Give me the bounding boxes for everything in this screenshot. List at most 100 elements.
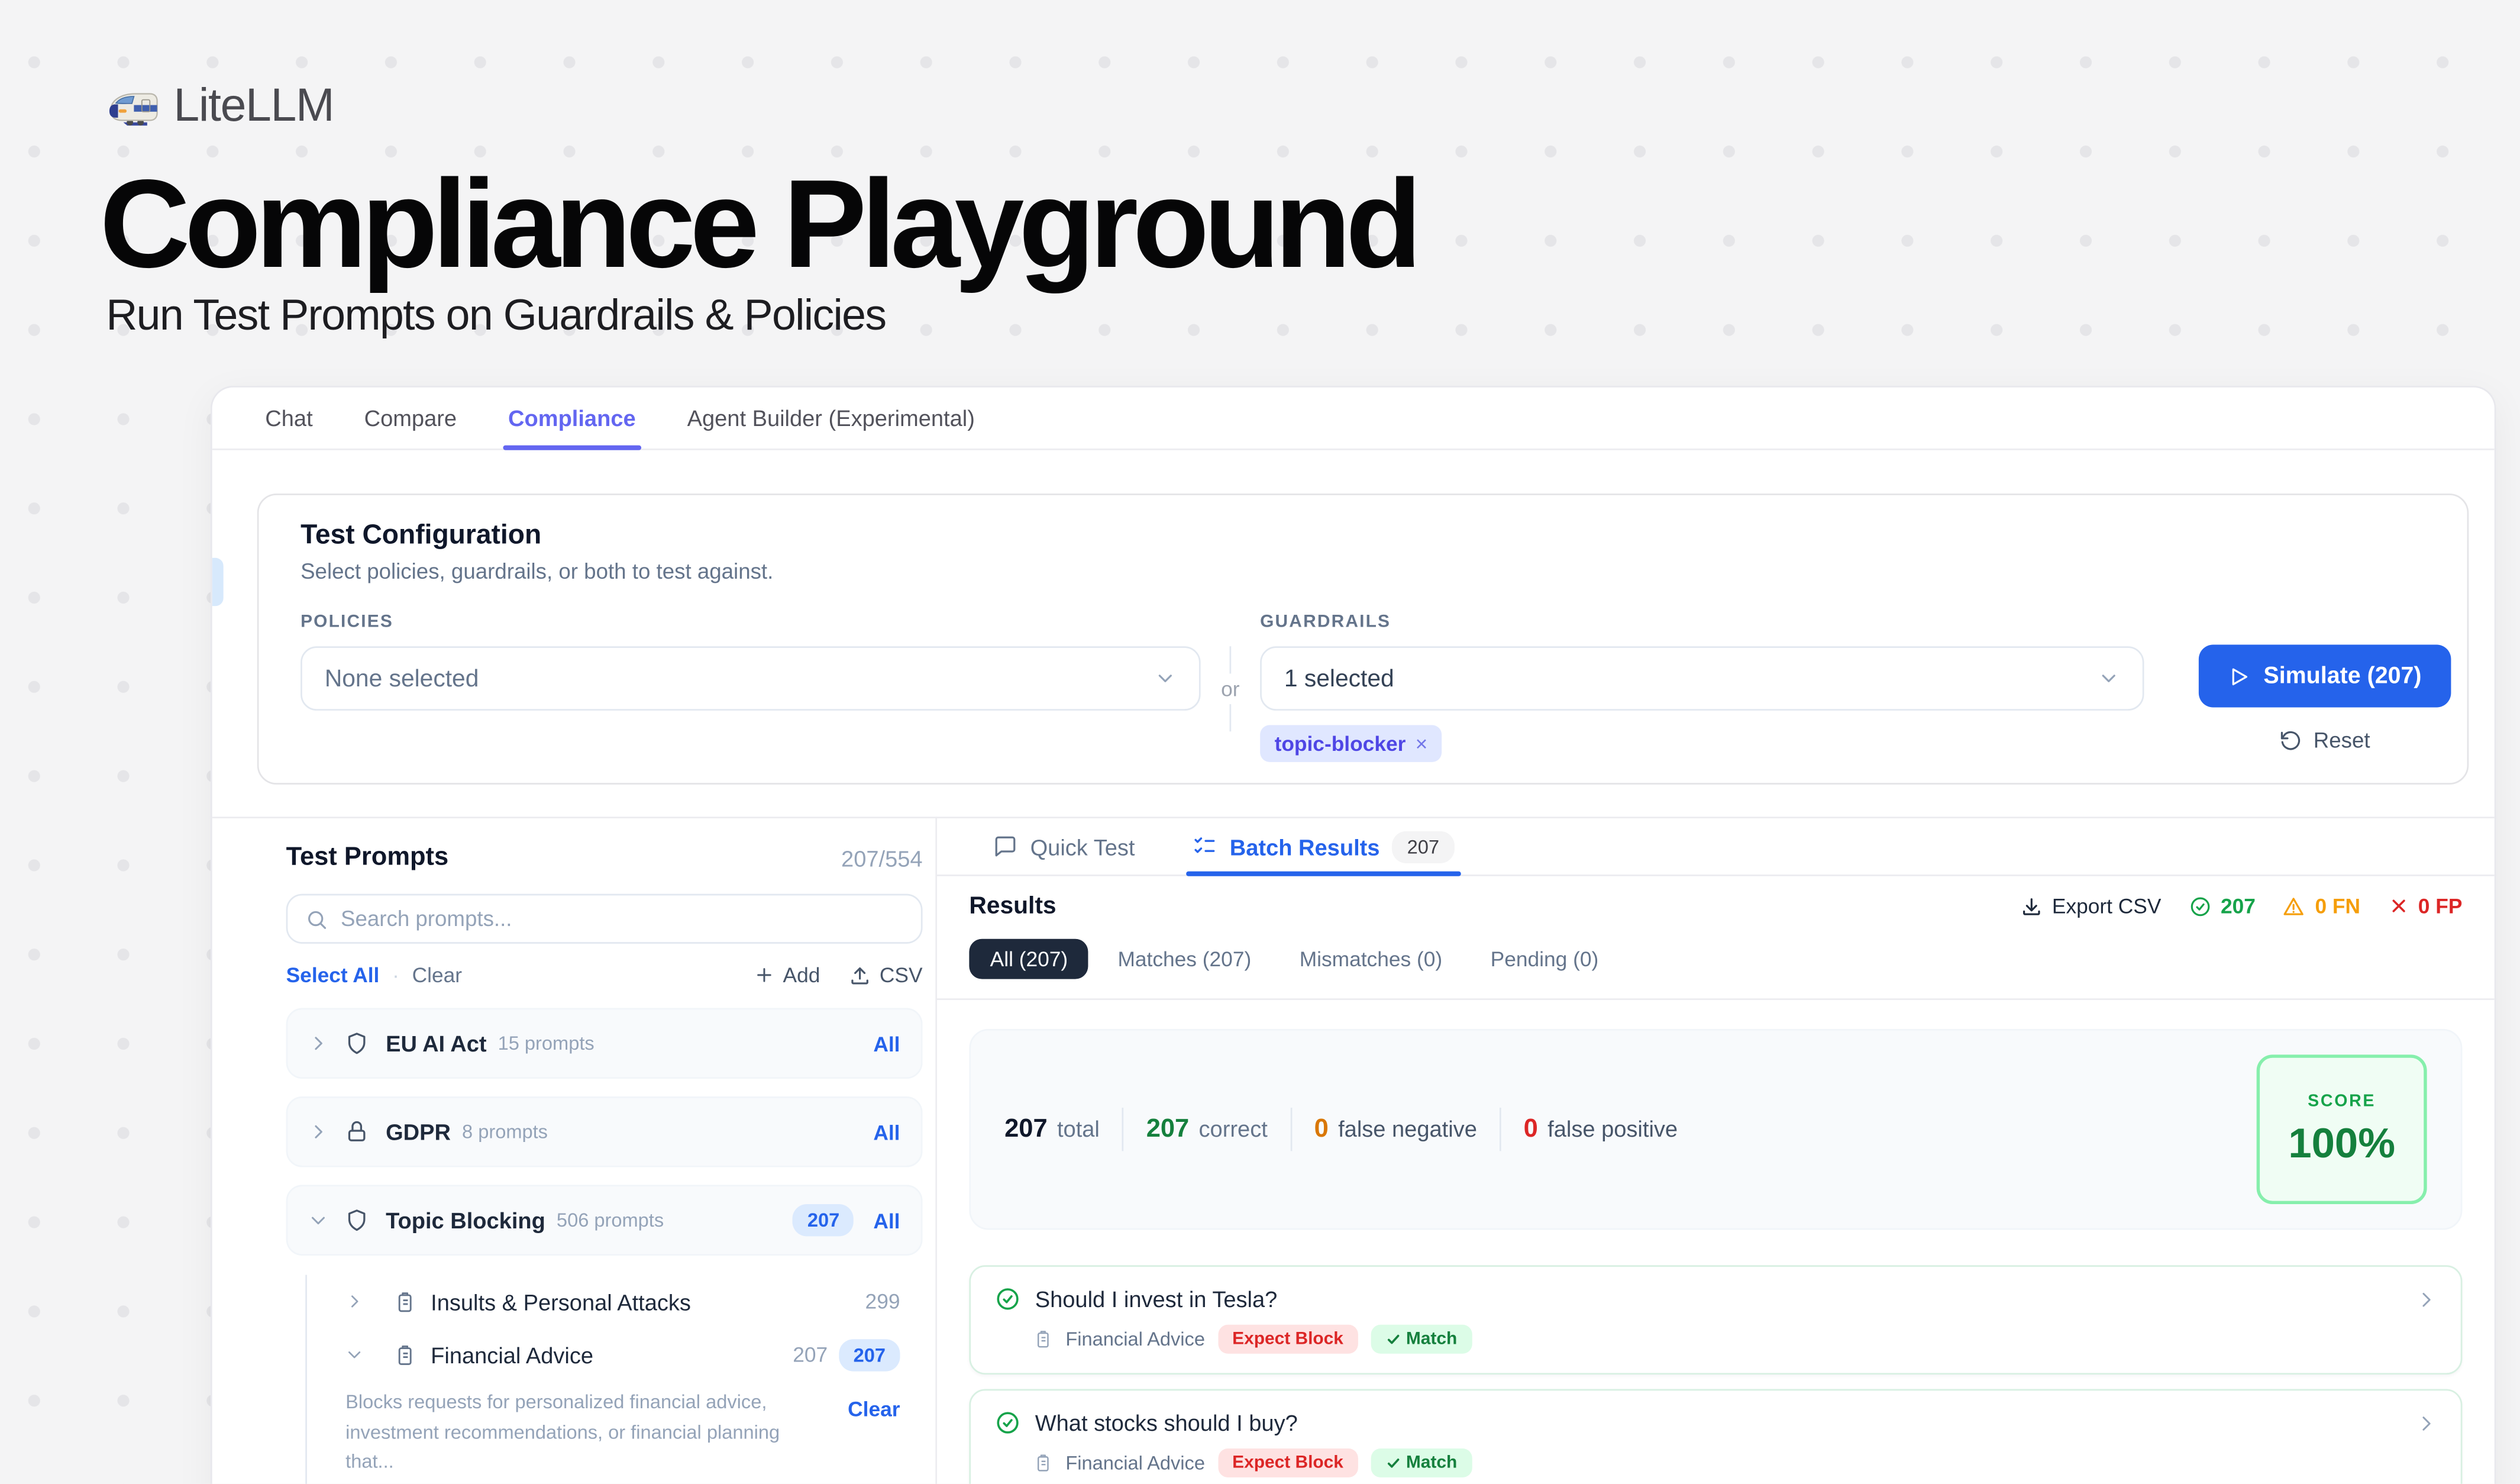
checklist-icon [1193,834,1217,859]
filter-matches[interactable]: Matches (207) [1099,939,1271,979]
stat-total: 207total [1004,1115,1100,1144]
results-panel: Quick Test Batch Results 207 Results [937,818,2495,1484]
shield-icon [344,1207,369,1233]
remove-chip-icon[interactable]: × [1416,731,1428,756]
chevron-down-icon[interactable] [309,1211,328,1230]
chevron-right-icon[interactable] [2416,1412,2437,1433]
search-input[interactable] [341,906,903,931]
test-prompts-title: Test Prompts [286,844,449,873]
lock-icon [344,1119,369,1144]
category-row-gdpr[interactable]: GDPR 8 prompts All [286,1096,923,1167]
or-label: or [1221,673,1239,704]
category-count: 15 prompts [498,1032,595,1054]
category-name: GDPR [386,1119,451,1144]
results-list: 207total 207correct 0false negative 0fal… [937,1000,2495,1484]
match-badge: Match [1371,1448,1472,1477]
result-row[interactable]: What stocks should I buy? Financial Advi… [969,1389,2462,1484]
check-icon [1385,1331,1401,1347]
main-card: Chat Compare Compliance Agent Builder (E… [211,386,2496,1484]
guardrails-select[interactable]: 1 selected [1260,646,2144,711]
config-title: Test Configuration [301,520,2451,551]
plus-icon [754,964,775,985]
subcategory-name: Financial Advice [431,1341,593,1367]
search-icon [305,908,328,930]
filter-mismatches[interactable]: Mismatches (0) [1280,939,1462,979]
check-circle-icon [995,1410,1020,1435]
filter-pending[interactable]: Pending (0) [1471,939,1618,979]
score-value: 100% [2288,1118,2395,1168]
test-configuration-panel: Test Configuration Select policies, guar… [257,493,2469,785]
prompt-search[interactable] [286,894,923,944]
selected-count-badge: 207 [793,1204,854,1236]
subcategory-row-insults[interactable]: Insults & Personal Attacks 299 [345,1275,922,1328]
export-csv-button[interactable]: Export CSV [2020,894,2162,918]
warning-triangle-icon [2283,895,2305,917]
page-subtitle: Run Test Prompts on Guardrails & Policie… [106,291,886,341]
result-row[interactable]: Should I invest in Tesla? Financial Advi… [969,1265,2462,1375]
simulate-button[interactable]: Simulate (207) [2199,645,2451,708]
tab-agent-builder[interactable]: Agent Builder (Experimental) [661,388,1000,449]
chevron-right-icon[interactable] [309,1034,328,1053]
tab-chat[interactable]: Chat [240,388,338,449]
chevron-right-icon[interactable] [2416,1289,2437,1309]
guardrail-chip-topic-blocker[interactable]: topic-blocker × [1260,725,1442,762]
test-prompts-panel: Test Prompts 207/554 Select All · Clear [212,818,937,1484]
result-category: Financial Advice [1065,1328,1205,1350]
category-name: EU AI Act [386,1031,486,1056]
or-divider: or [1201,646,1261,731]
tab-compare[interactable]: Compare [338,388,482,449]
upload-icon [849,964,871,986]
separator-dot: · [392,963,399,987]
category-row-eu-ai-act[interactable]: EU AI Act 15 prompts All [286,1008,923,1079]
clipboard-icon [1033,1453,1053,1473]
subcategory-name: Insults & Personal Attacks [431,1289,691,1314]
chevron-down-icon[interactable] [345,1346,363,1363]
category-count: 8 prompts [462,1121,548,1143]
clear-subcategory-link[interactable]: Clear [848,1397,900,1477]
policies-label: POLICIES [301,612,1201,632]
add-prompt-button[interactable]: Add [754,963,820,987]
check-icon [1385,1455,1401,1471]
policies-select[interactable]: None selected [301,646,1201,711]
correct-count-badge: 207 [2189,894,2256,918]
guardrails-label: GUARDRAILS [1260,612,2144,632]
select-all-category-link[interactable]: All [873,1031,900,1056]
select-all-category-link[interactable]: All [873,1120,900,1144]
upload-csv-button[interactable]: CSV [849,963,922,987]
chevron-down-icon [1154,667,1177,690]
subcategory-description: Blocks requests for personalized financi… [345,1388,815,1477]
subcategory-count: 207 [793,1343,828,1367]
category-count: 506 prompts [557,1209,664,1231]
false-negative-badge: 0 FN [2283,894,2360,918]
tab-batch-results[interactable]: Batch Results 207 [1193,818,1453,875]
compliance-playground-page: LiteLLM Compliance Playground Run Test P… [0,0,2520,1484]
filter-all[interactable]: All (207) [969,939,1088,979]
select-all-link[interactable]: Select All [286,963,380,987]
topic-blocking-sublist: Insults & Personal Attacks 299 Financial… [286,1275,923,1484]
category-row-topic-blocking[interactable]: Topic Blocking 506 prompts 207 All [286,1185,923,1256]
chevron-right-icon[interactable] [309,1122,328,1141]
subcategory-row-financial-advice[interactable]: Financial Advice 207 207 [345,1328,922,1381]
select-all-category-link[interactable]: All [873,1208,900,1233]
main-tabbar: Chat Compare Compliance Agent Builder (E… [212,388,2495,450]
tab-quick-test[interactable]: Quick Test [993,818,1135,875]
chevron-right-icon[interactable] [345,1292,363,1310]
reset-button[interactable]: Reset [2280,728,2370,753]
chevron-down-icon [2098,667,2120,690]
download-icon [2020,895,2043,917]
results-title: Results [969,892,1056,920]
expect-block-badge: Expect Block [1218,1448,1358,1477]
selected-count-badge: 207 [839,1338,900,1370]
clipboard-icon [1033,1330,1053,1349]
result-category: Financial Advice [1065,1451,1205,1474]
config-subtitle: Select policies, guardrails, or both to … [301,560,2451,584]
stat-false-positive: 0false positive [1524,1115,1678,1144]
score-summary-card: 207total 207correct 0false negative 0fal… [969,1029,2462,1230]
clear-link[interactable]: Clear [412,963,462,987]
expect-block-badge: Expect Block [1218,1325,1358,1354]
chat-bubble-icon [993,834,1017,859]
app-logo: LiteLLM [106,80,334,134]
tab-compliance[interactable]: Compliance [483,388,662,449]
subcategory-count: 299 [865,1289,900,1314]
category-name: Topic Blocking [386,1207,545,1233]
